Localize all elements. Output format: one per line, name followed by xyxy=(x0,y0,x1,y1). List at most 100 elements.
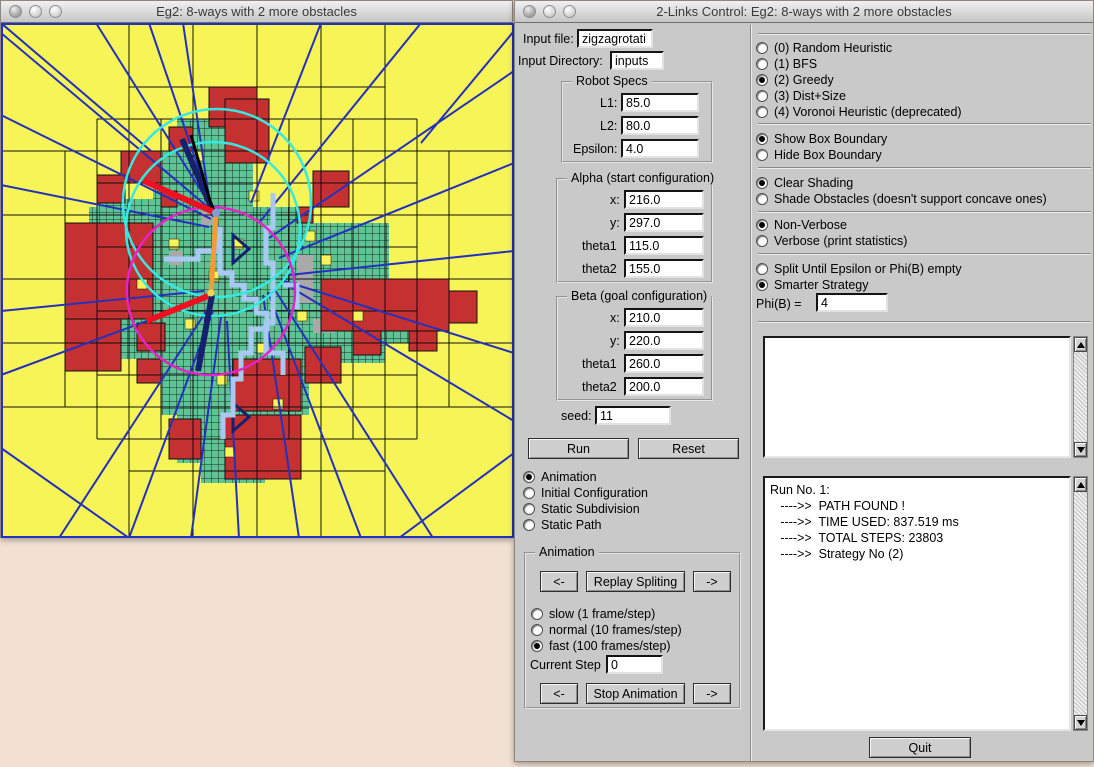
l2-field[interactable] xyxy=(621,116,699,135)
speed-fast[interactable]: fast (100 frames/step) xyxy=(531,638,671,653)
beta-group: Beta (goal configuration) x: y: theta1 t… xyxy=(556,296,713,401)
radio-label: Animation xyxy=(541,470,597,484)
seed-label: seed: xyxy=(561,409,592,423)
console-line: ---->> PATH FOUND ! xyxy=(770,498,1064,514)
alpha-y-field[interactable] xyxy=(624,213,704,232)
speed-slow[interactable]: slow (1 frame/step) xyxy=(531,606,655,621)
alpha-y-label: y: xyxy=(610,216,620,230)
show-box-boundary[interactable]: Show Box Boundary xyxy=(756,131,887,146)
close-icon[interactable] xyxy=(523,5,536,18)
separator xyxy=(758,167,1091,169)
control-window-title: 2-Links Control: Eg2: 8-ways with 2 more… xyxy=(656,4,952,19)
viewer-titlebar[interactable]: Eg2: 8-ways with 2 more obstacles xyxy=(1,1,512,23)
radio-icon xyxy=(756,193,768,205)
split-until-epsilon[interactable]: Split Until Epsilon or Phi(B) empty xyxy=(756,261,962,276)
input-file-field[interactable] xyxy=(577,29,653,48)
epsilon-field[interactable] xyxy=(621,139,699,158)
console-line: ---->> TIME USED: 837.519 ms xyxy=(770,514,1064,530)
display-mode-animation[interactable]: Animation xyxy=(523,469,597,484)
radio-icon xyxy=(523,503,535,515)
phi-label: Phi(B) = xyxy=(756,297,802,311)
radio-label: Non-Verbose xyxy=(774,218,847,232)
close-icon[interactable] xyxy=(9,5,22,18)
step-back-button[interactable]: <- xyxy=(540,683,578,704)
display-mode-static-subdivision[interactable]: Static Subdivision xyxy=(523,501,640,516)
subdivision-canvas[interactable] xyxy=(1,23,514,543)
heuristic-dist-size[interactable]: (3) Dist+Size xyxy=(756,88,846,103)
beta-theta2-field[interactable] xyxy=(624,377,704,396)
beta-theta1-field[interactable] xyxy=(624,354,704,373)
replay-splitting-button[interactable]: Replay Spliting xyxy=(586,571,685,592)
reset-button[interactable]: Reset xyxy=(638,438,739,459)
zoom-icon[interactable] xyxy=(563,5,576,18)
speed-normal[interactable]: normal (10 frames/step) xyxy=(531,622,682,637)
alpha-theta1-label: theta1 xyxy=(582,239,617,253)
control-titlebar[interactable]: 2-Links Control: Eg2: 8-ways with 2 more… xyxy=(515,1,1093,23)
beta-title: Beta (goal configuration) xyxy=(567,289,711,303)
l1-field[interactable] xyxy=(621,93,699,112)
message-list[interactable] xyxy=(763,336,1071,458)
alpha-x-field[interactable] xyxy=(624,190,704,209)
scroll-down-icon[interactable] xyxy=(1074,442,1087,457)
robot-specs-group: Robot Specs L1: L2: Epsilon: xyxy=(561,81,713,163)
radio-label: normal (10 frames/step) xyxy=(549,623,682,637)
seed-field[interactable] xyxy=(595,406,671,425)
beta-y-field[interactable] xyxy=(624,331,704,350)
quit-button[interactable]: Quit xyxy=(869,737,971,758)
run-button[interactable]: Run xyxy=(528,438,629,459)
step-forward-button[interactable]: -> xyxy=(693,683,731,704)
smarter-strategy[interactable]: Smarter Strategy xyxy=(756,277,868,292)
display-mode-initial-configuration[interactable]: Initial Configuration xyxy=(523,485,648,500)
radio-label: Verbose (print statistics) xyxy=(774,234,907,248)
shade-obstacles[interactable]: Shade Obstacles (doesn't support concave… xyxy=(756,191,1047,206)
replay-next-button[interactable]: -> xyxy=(693,571,731,592)
heuristic-greedy[interactable]: (2) Greedy xyxy=(756,72,834,87)
alpha-theta2-field[interactable] xyxy=(624,259,704,278)
heuristic-voronoi[interactable]: (4) Voronoi Heuristic (deprecated) xyxy=(756,104,962,119)
viewer-window: Eg2: 8-ways with 2 more obstacles xyxy=(0,0,513,538)
radio-icon xyxy=(531,624,543,636)
scroll-up-icon[interactable] xyxy=(1074,337,1087,352)
radio-icon xyxy=(756,42,768,54)
results-console[interactable]: Run No. 1: ---->> PATH FOUND ! ---->> TI… xyxy=(763,476,1071,731)
stop-animation-button[interactable]: Stop Animation xyxy=(586,683,685,704)
hide-box-boundary[interactable]: Hide Box Boundary xyxy=(756,147,882,162)
display-mode-static-path[interactable]: Static Path xyxy=(523,517,601,532)
radio-icon xyxy=(756,149,768,161)
minimize-icon[interactable] xyxy=(29,5,42,18)
clear-shading[interactable]: Clear Shading xyxy=(756,175,853,190)
heuristic-bfs[interactable]: (1) BFS xyxy=(756,56,817,71)
alpha-theta1-field[interactable] xyxy=(624,236,704,255)
phi-field[interactable] xyxy=(816,293,888,312)
radio-label: (1) BFS xyxy=(774,57,817,71)
input-directory-field[interactable] xyxy=(610,51,664,70)
message-list-scrollbar[interactable] xyxy=(1073,336,1088,458)
separator xyxy=(758,123,1091,125)
radio-label: (3) Dist+Size xyxy=(774,89,846,103)
results-console-scrollbar[interactable] xyxy=(1073,476,1088,731)
radio-icon xyxy=(756,90,768,102)
minimize-icon[interactable] xyxy=(543,5,556,18)
scroll-down-icon[interactable] xyxy=(1074,715,1087,730)
radio-icon xyxy=(523,487,535,499)
beta-theta1-label: theta1 xyxy=(582,357,617,371)
separator xyxy=(758,253,1091,255)
non-verbose[interactable]: Non-Verbose xyxy=(756,217,847,232)
current-step-label: Current Step xyxy=(530,658,601,672)
radio-label: slow (1 frame/step) xyxy=(549,607,655,621)
verbose[interactable]: Verbose (print statistics) xyxy=(756,233,907,248)
heuristic-random[interactable]: (0) Random Heuristic xyxy=(756,40,892,55)
zoom-icon[interactable] xyxy=(49,5,62,18)
beta-x-field[interactable] xyxy=(624,308,704,327)
console-line: ---->> TOTAL STEPS: 23803 xyxy=(770,530,1064,546)
input-file-label: Input file: xyxy=(523,32,574,46)
replay-prev-button[interactable]: <- xyxy=(540,571,578,592)
radio-icon xyxy=(756,235,768,247)
radio-label: Clear Shading xyxy=(774,176,853,190)
radio-label: (4) Voronoi Heuristic (deprecated) xyxy=(774,105,962,119)
radio-label: Shade Obstacles (doesn't support concave… xyxy=(774,192,1047,206)
current-step-field[interactable] xyxy=(606,655,663,674)
scroll-up-icon[interactable] xyxy=(1074,477,1087,492)
radio-icon xyxy=(531,640,543,652)
radio-icon xyxy=(756,279,768,291)
